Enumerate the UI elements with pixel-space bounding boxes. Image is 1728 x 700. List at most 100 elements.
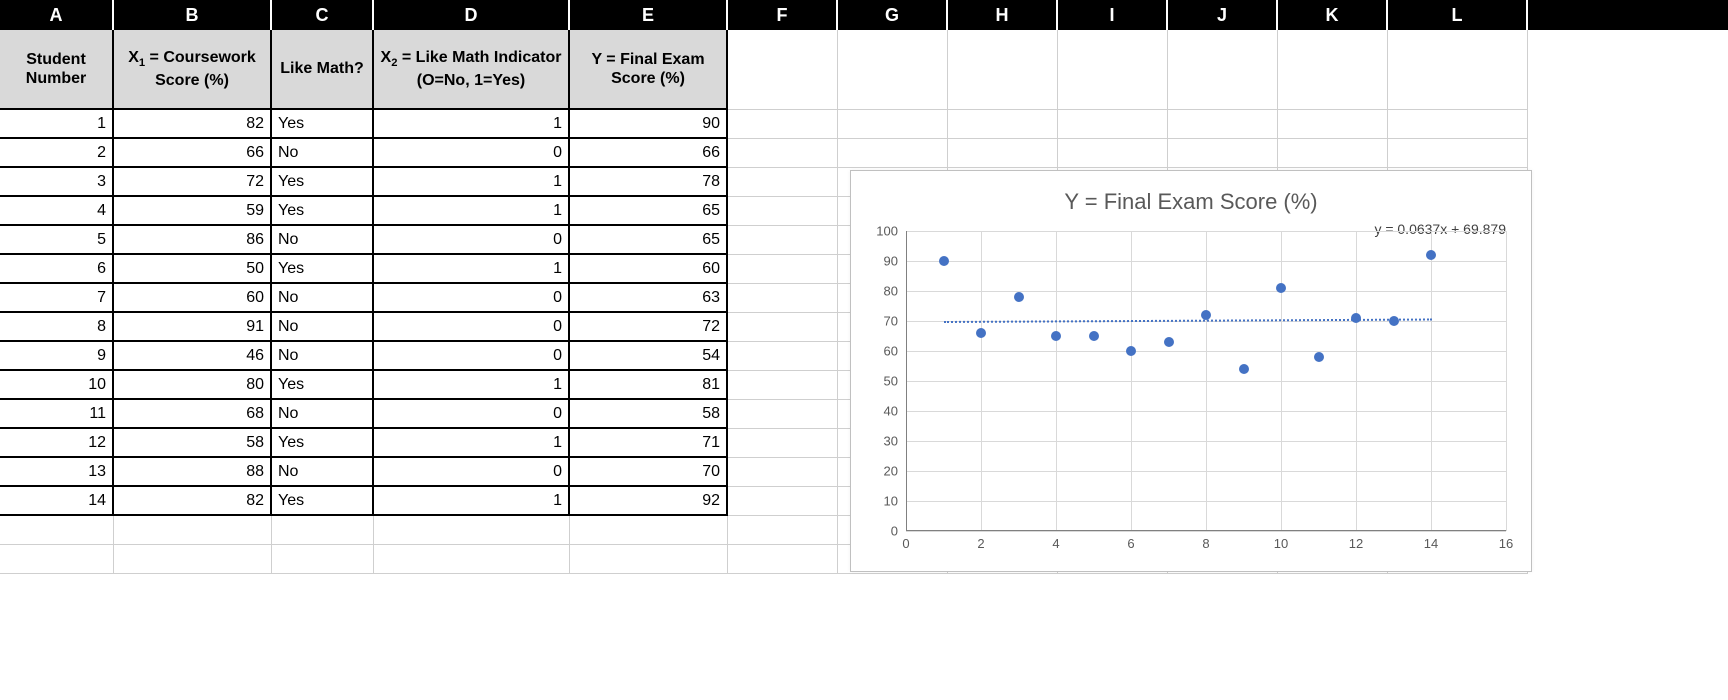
cell-blank[interactable] bbox=[948, 139, 1058, 168]
cell-blank[interactable] bbox=[728, 458, 838, 487]
cell-blank[interactable] bbox=[728, 313, 838, 342]
cell-coursework-score[interactable]: 59 bbox=[114, 197, 272, 226]
cell-student-number[interactable]: 3 bbox=[0, 168, 114, 197]
cell-coursework-score[interactable]: 72 bbox=[114, 168, 272, 197]
cell-coursework-score[interactable]: 68 bbox=[114, 400, 272, 429]
cell[interactable] bbox=[728, 545, 838, 574]
cell-like-math[interactable]: Yes bbox=[272, 487, 374, 516]
cell-like-math[interactable]: No bbox=[272, 313, 374, 342]
column-header-b[interactable]: B bbox=[114, 0, 272, 30]
column-header-g[interactable]: G bbox=[838, 0, 948, 30]
cell-student-number[interactable]: 14 bbox=[0, 487, 114, 516]
cell-student-number[interactable]: 4 bbox=[0, 197, 114, 226]
cell-final-exam-score[interactable]: 58 bbox=[570, 400, 728, 429]
cell-blank[interactable] bbox=[728, 487, 838, 516]
cell-final-exam-score[interactable]: 54 bbox=[570, 342, 728, 371]
cell-like-math[interactable]: Yes bbox=[272, 429, 374, 458]
cell-coursework-score[interactable]: 86 bbox=[114, 226, 272, 255]
cell[interactable] bbox=[374, 545, 570, 574]
cell-blank[interactable] bbox=[1278, 139, 1388, 168]
cell-blank[interactable] bbox=[1168, 30, 1278, 110]
column-header-j[interactable]: J bbox=[1168, 0, 1278, 30]
cell-coursework-score[interactable]: 50 bbox=[114, 255, 272, 284]
cell-final-exam-score[interactable]: 78 bbox=[570, 168, 728, 197]
cell-student-number[interactable]: 9 bbox=[0, 342, 114, 371]
cell-coursework-score[interactable]: 66 bbox=[114, 139, 272, 168]
cell-final-exam-score[interactable]: 81 bbox=[570, 371, 728, 400]
cell[interactable] bbox=[570, 545, 728, 574]
cell-student-number[interactable]: 2 bbox=[0, 139, 114, 168]
cell-coursework-score[interactable]: 58 bbox=[114, 429, 272, 458]
cell[interactable] bbox=[0, 516, 114, 545]
cell-final-exam-score[interactable]: 63 bbox=[570, 284, 728, 313]
cell-final-exam-score[interactable]: 70 bbox=[570, 458, 728, 487]
cell[interactable] bbox=[272, 516, 374, 545]
cell-like-math[interactable]: No bbox=[272, 342, 374, 371]
cell-final-exam-score[interactable]: 66 bbox=[570, 139, 728, 168]
cell-final-exam-score[interactable]: 71 bbox=[570, 429, 728, 458]
cell-blank[interactable] bbox=[728, 226, 838, 255]
cell-like-math-indicator[interactable]: 1 bbox=[374, 371, 570, 400]
header-like-math[interactable]: Like Math? bbox=[272, 30, 374, 110]
cell[interactable] bbox=[728, 516, 838, 545]
cell-coursework-score[interactable]: 91 bbox=[114, 313, 272, 342]
cell-blank[interactable] bbox=[1278, 30, 1388, 110]
cell-blank[interactable] bbox=[948, 30, 1058, 110]
cell-like-math[interactable]: No bbox=[272, 400, 374, 429]
cell-student-number[interactable]: 6 bbox=[0, 255, 114, 284]
cell-like-math[interactable]: Yes bbox=[272, 197, 374, 226]
cell-student-number[interactable]: 11 bbox=[0, 400, 114, 429]
cell-like-math-indicator[interactable]: 0 bbox=[374, 139, 570, 168]
cell-final-exam-score[interactable]: 92 bbox=[570, 487, 728, 516]
cell-blank[interactable] bbox=[1058, 110, 1168, 139]
cell-blank[interactable] bbox=[728, 342, 838, 371]
cell-blank[interactable] bbox=[1168, 110, 1278, 139]
cell-like-math-indicator[interactable]: 0 bbox=[374, 458, 570, 487]
cell-like-math[interactable]: No bbox=[272, 139, 374, 168]
cell-coursework-score[interactable]: 60 bbox=[114, 284, 272, 313]
cell-blank[interactable] bbox=[728, 371, 838, 400]
cell-like-math-indicator[interactable]: 1 bbox=[374, 110, 570, 139]
cell-blank[interactable] bbox=[1058, 139, 1168, 168]
cell-blank[interactable] bbox=[728, 429, 838, 458]
cell-coursework-score[interactable]: 82 bbox=[114, 110, 272, 139]
cell-like-math-indicator[interactable]: 0 bbox=[374, 400, 570, 429]
cell-like-math-indicator[interactable]: 0 bbox=[374, 313, 570, 342]
cell-like-math-indicator[interactable]: 1 bbox=[374, 429, 570, 458]
cell-like-math[interactable]: No bbox=[272, 284, 374, 313]
cell[interactable] bbox=[0, 545, 114, 574]
cell-like-math[interactable]: No bbox=[272, 226, 374, 255]
column-header-c[interactable]: C bbox=[272, 0, 374, 30]
cell-student-number[interactable]: 5 bbox=[0, 226, 114, 255]
cell-blank[interactable] bbox=[1388, 30, 1528, 110]
column-header-f[interactable]: F bbox=[728, 0, 838, 30]
cell-like-math-indicator[interactable]: 1 bbox=[374, 255, 570, 284]
cell-coursework-score[interactable]: 80 bbox=[114, 371, 272, 400]
cell[interactable] bbox=[114, 545, 272, 574]
cell-blank[interactable] bbox=[948, 110, 1058, 139]
cell-final-exam-score[interactable]: 65 bbox=[570, 226, 728, 255]
cell-blank[interactable] bbox=[728, 400, 838, 429]
cell-coursework-score[interactable]: 88 bbox=[114, 458, 272, 487]
cell-student-number[interactable]: 13 bbox=[0, 458, 114, 487]
cell-final-exam-score[interactable]: 65 bbox=[570, 197, 728, 226]
column-header-d[interactable]: D bbox=[374, 0, 570, 30]
cell-blank[interactable] bbox=[838, 30, 948, 110]
cell-blank[interactable] bbox=[728, 197, 838, 226]
cell-blank[interactable] bbox=[838, 110, 948, 139]
cell-student-number[interactable]: 1 bbox=[0, 110, 114, 139]
cell-blank[interactable] bbox=[838, 139, 948, 168]
column-header-a[interactable]: A bbox=[0, 0, 114, 30]
cell-like-math-indicator[interactable]: 1 bbox=[374, 168, 570, 197]
cell-like-math[interactable]: Yes bbox=[272, 110, 374, 139]
column-header-h[interactable]: H bbox=[948, 0, 1058, 30]
cell[interactable] bbox=[272, 545, 374, 574]
cell-blank[interactable] bbox=[728, 255, 838, 284]
cell-like-math[interactable]: Yes bbox=[272, 255, 374, 284]
cell-final-exam-score[interactable]: 90 bbox=[570, 110, 728, 139]
cell-like-math-indicator[interactable]: 0 bbox=[374, 284, 570, 313]
cell-student-number[interactable]: 10 bbox=[0, 371, 114, 400]
cell[interactable] bbox=[114, 516, 272, 545]
cell-student-number[interactable]: 8 bbox=[0, 313, 114, 342]
cell-like-math-indicator[interactable]: 0 bbox=[374, 342, 570, 371]
